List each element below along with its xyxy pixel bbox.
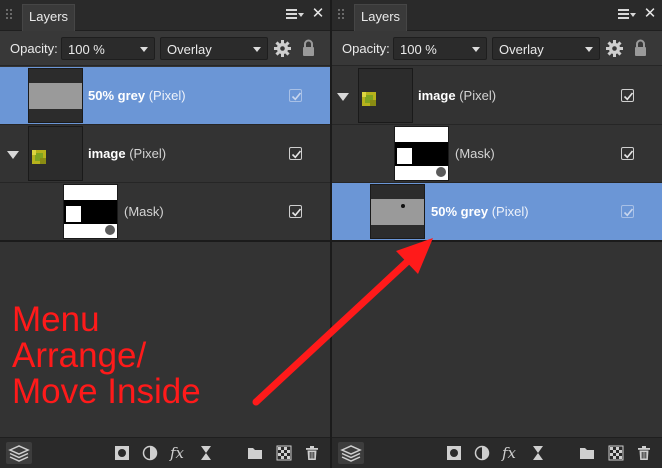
annotation-arrow [252,238,433,406]
